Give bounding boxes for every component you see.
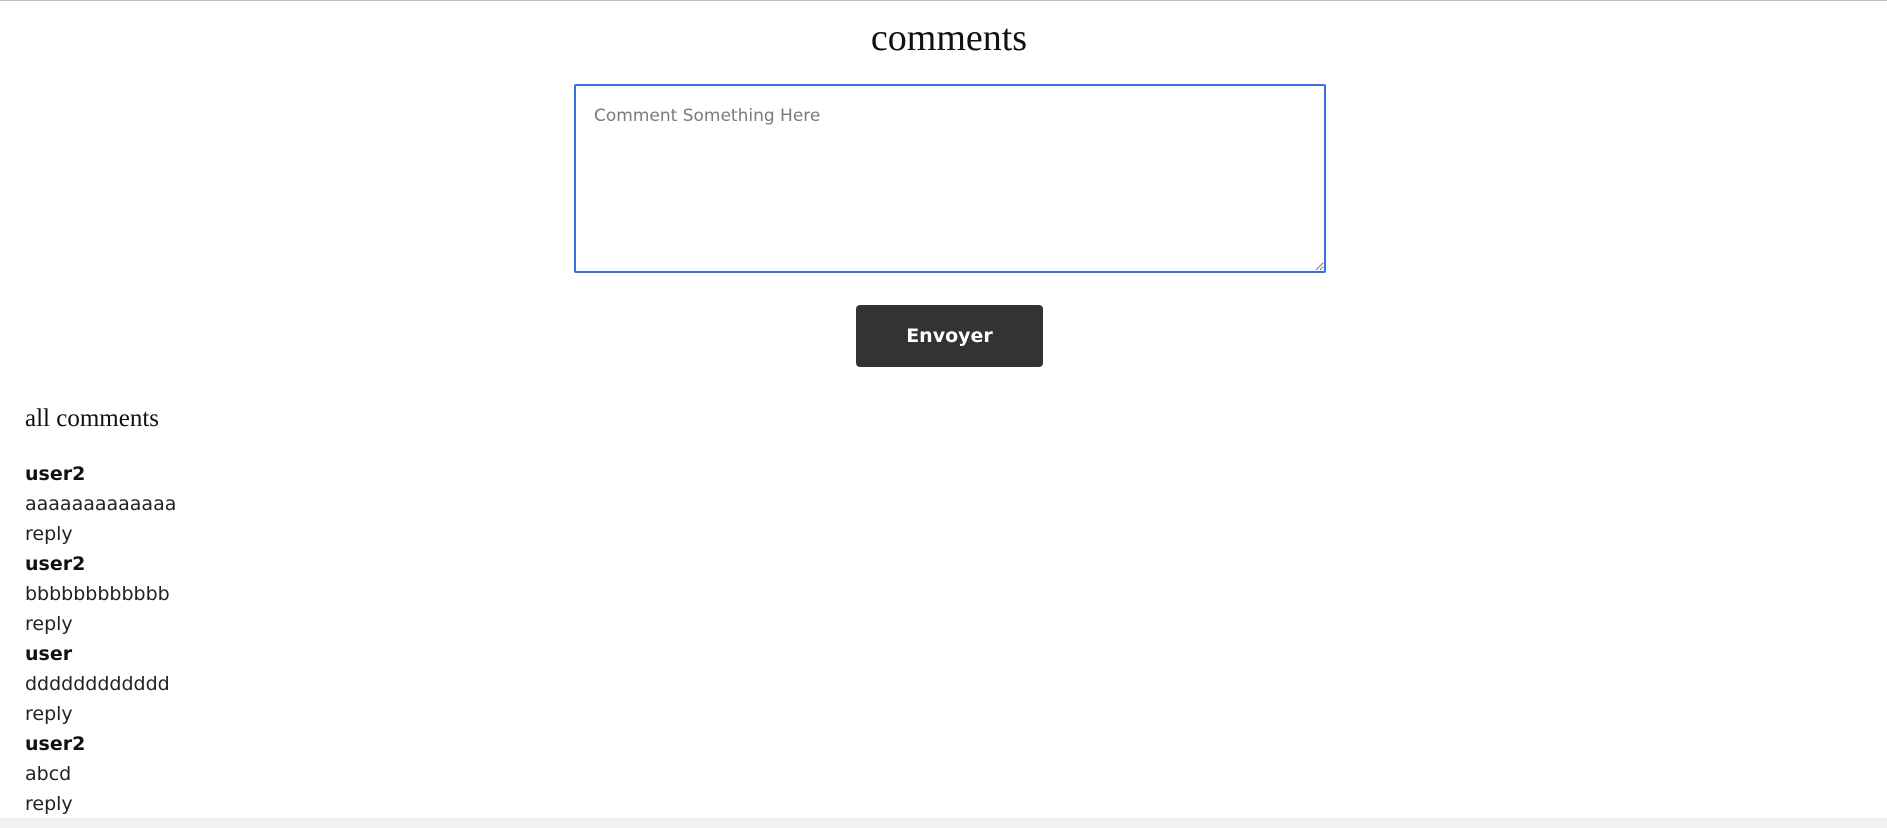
comments-list: user2 aaaaaaaaaaaaa reply user2 bbbbbbbb… xyxy=(25,459,176,819)
bottom-scroll-area xyxy=(0,818,1887,828)
comment-text: dddddddddddd xyxy=(25,673,170,695)
comment-text: aaaaaaaaaaaaa xyxy=(25,493,177,515)
top-border xyxy=(0,0,1887,1)
send-button[interactable]: Envoyer xyxy=(856,305,1043,367)
comment-text: bbbbbbbbbbbb xyxy=(25,583,170,605)
comment-item: user2 abcd reply xyxy=(25,729,176,819)
comment-author: user2 xyxy=(25,463,86,485)
comment-item: user2 aaaaaaaaaaaaa reply xyxy=(25,459,176,549)
comment-item: user2 bbbbbbbbbbbb reply xyxy=(25,549,176,639)
comment-author: user2 xyxy=(25,553,86,575)
comment-item: user dddddddddddd reply xyxy=(25,639,176,729)
comment-input[interactable] xyxy=(574,84,1326,273)
reply-link[interactable]: reply xyxy=(25,609,176,639)
reply-link[interactable]: reply xyxy=(25,519,176,549)
all-comments-heading: all comments xyxy=(25,405,159,432)
reply-link[interactable]: reply xyxy=(25,789,176,819)
comment-text: abcd xyxy=(25,763,72,785)
comment-author: user xyxy=(25,643,73,665)
page-title: comments xyxy=(870,17,1028,59)
comment-author: user2 xyxy=(25,733,86,755)
reply-link[interactable]: reply xyxy=(25,699,176,729)
